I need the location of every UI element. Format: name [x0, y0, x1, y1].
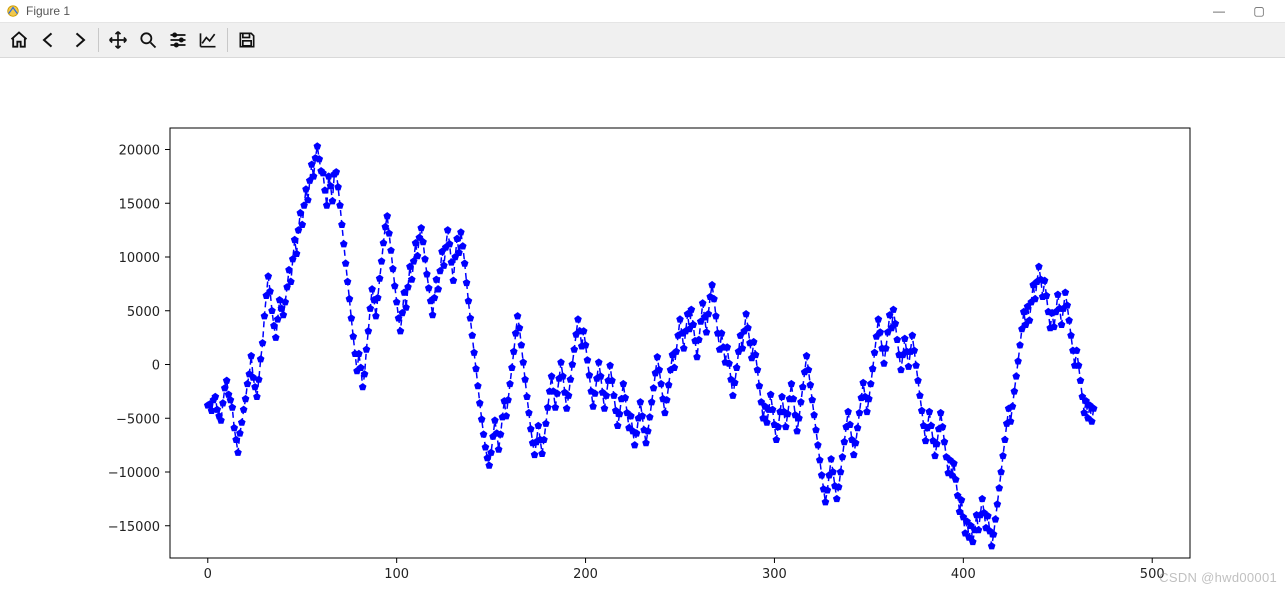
maximize-button[interactable]: ▢	[1239, 0, 1279, 22]
sliders-icon	[168, 30, 188, 50]
window-title: Figure 1	[26, 4, 70, 18]
home-icon	[9, 30, 29, 50]
save-button[interactable]	[232, 26, 262, 54]
zoom-button[interactable]	[133, 26, 163, 54]
svg-text:0: 0	[152, 359, 160, 374]
pan-button[interactable]	[103, 26, 133, 54]
svg-text:−15000: −15000	[108, 520, 160, 535]
arrow-right-icon	[69, 30, 89, 50]
svg-text:15000: 15000	[119, 197, 160, 212]
svg-text:5000: 5000	[127, 305, 160, 320]
arrow-left-icon	[39, 30, 59, 50]
svg-text:100: 100	[384, 567, 409, 582]
subplots-button[interactable]	[163, 26, 193, 54]
home-button[interactable]	[4, 26, 34, 54]
window-titlebar: Figure 1 — ▢	[0, 0, 1285, 22]
chart-line-icon	[198, 30, 218, 50]
svg-text:−10000: −10000	[108, 466, 160, 481]
zoom-icon	[138, 30, 158, 50]
save-icon	[237, 30, 257, 50]
figure-canvas[interactable]: 0 100 200 300 400 500 −15000 −10000 −5000 0 5000 10…	[0, 58, 1285, 589]
svg-text:500: 500	[1140, 567, 1165, 582]
svg-text:300: 300	[762, 567, 787, 582]
svg-text:400: 400	[951, 567, 976, 582]
back-button[interactable]	[34, 26, 64, 54]
forward-button[interactable]	[64, 26, 94, 54]
move-icon	[108, 30, 128, 50]
app-icon	[6, 4, 20, 18]
svg-text:−5000: −5000	[116, 412, 160, 427]
toolbar-separator	[227, 28, 228, 52]
svg-text:200: 200	[573, 567, 598, 582]
svg-text:20000: 20000	[119, 144, 160, 159]
minimize-button[interactable]: —	[1199, 0, 1239, 22]
svg-text:0: 0	[204, 567, 212, 582]
svg-text:10000: 10000	[119, 251, 160, 266]
mpl-toolbar	[0, 22, 1285, 58]
axes-button[interactable]	[193, 26, 223, 54]
toolbar-separator	[98, 28, 99, 52]
